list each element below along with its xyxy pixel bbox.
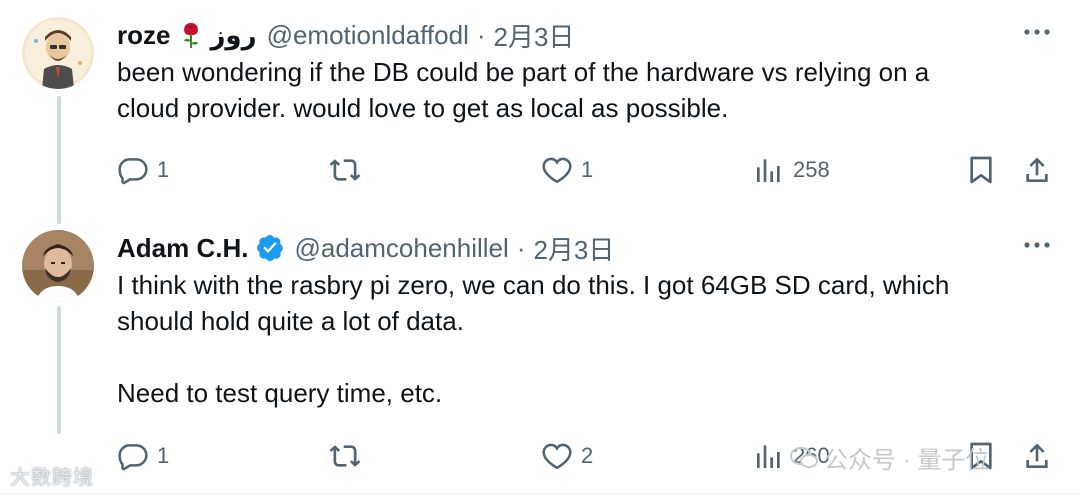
repost-button[interactable] <box>329 436 369 476</box>
heart-icon <box>542 443 572 470</box>
like-button[interactable]: 2 <box>541 436 593 476</box>
share-button[interactable] <box>1021 150 1053 190</box>
user-handle[interactable]: @adamcohenhillel <box>294 233 508 264</box>
tweet-header: roze روز @emotionldaffodl · 2月3日 <box>117 17 574 53</box>
display-name[interactable]: roze <box>117 20 170 51</box>
user-handle[interactable]: @emotionldaffodl <box>267 20 469 51</box>
repost-icon <box>329 159 361 181</box>
avatar[interactable] <box>22 230 94 302</box>
watermark: 大数跨境 <box>10 467 94 489</box>
display-name[interactable]: Adam C.H. <box>117 233 248 264</box>
share-icon <box>1026 157 1048 182</box>
repost-icon <box>329 445 361 467</box>
tweet-actions: 1 1 258 <box>117 150 1057 190</box>
more-icon[interactable] <box>1022 235 1052 255</box>
wechat-icon <box>790 446 818 470</box>
repost-button[interactable] <box>329 150 369 190</box>
thread-line <box>57 306 61 434</box>
tweet-text: been wondering if the DB could be part o… <box>117 57 930 123</box>
rose-emoji <box>180 20 202 50</box>
views-icon <box>757 159 780 182</box>
reply-icon <box>118 158 148 185</box>
reply-count: 1 <box>157 443 170 468</box>
bookmark-icon <box>970 156 992 184</box>
heart-icon <box>542 157 572 184</box>
reply-icon <box>118 444 148 471</box>
tweet-text: I think with the rasbry pi zero, we can … <box>117 270 950 408</box>
watermark: 公众号 · 量子位 <box>790 440 989 475</box>
view-count: 258 <box>793 157 830 182</box>
verified-badge-icon <box>256 234 284 262</box>
bookmark-button[interactable] <box>965 150 997 190</box>
tweet-header: Adam C.H. @adamcohenhillel · 2月3日 <box>117 230 614 266</box>
views-button[interactable]: 258 <box>753 150 830 190</box>
display-name-suffix: روز <box>210 19 257 50</box>
share-button[interactable] <box>1021 436 1053 476</box>
watermark-text: 公众号 · 量子位 <box>824 447 990 474</box>
like-count: 2 <box>581 443 594 468</box>
share-icon <box>1026 443 1048 468</box>
views-icon <box>757 445 780 468</box>
avatar[interactable] <box>22 17 94 89</box>
thread-line <box>57 96 61 224</box>
reply-button[interactable]: 1 <box>117 150 169 190</box>
like-count: 1 <box>581 157 594 182</box>
separator: · <box>516 232 526 263</box>
reply-button[interactable]: 1 <box>117 436 169 476</box>
reply-count: 1 <box>157 157 170 182</box>
tweet-date[interactable]: 2月3日 <box>494 17 575 54</box>
like-button[interactable]: 1 <box>541 150 593 190</box>
tweet-date[interactable]: 2月3日 <box>533 230 614 267</box>
divider <box>0 493 1080 494</box>
more-icon[interactable] <box>1022 22 1052 42</box>
separator: · <box>476 19 486 50</box>
